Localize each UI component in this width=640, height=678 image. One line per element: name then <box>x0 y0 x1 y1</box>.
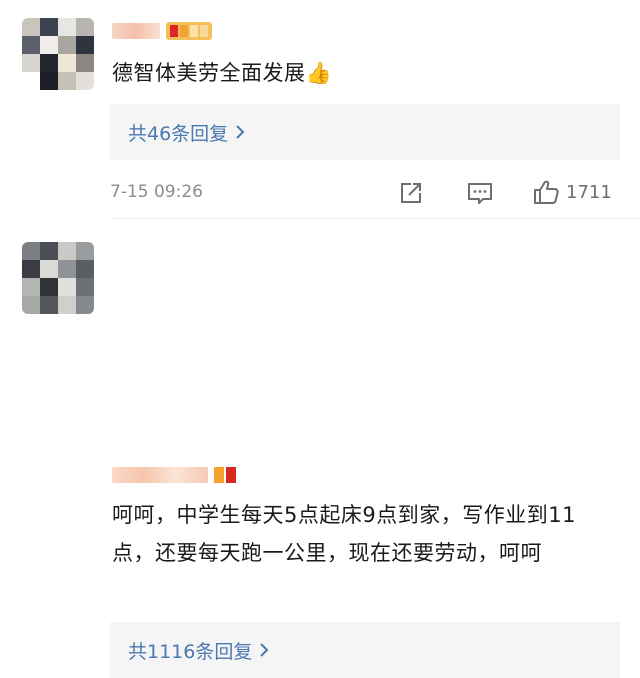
level-badge <box>214 466 236 484</box>
username-redacted <box>112 467 208 483</box>
comment-meta: 7-15 09:26 1711 <box>110 176 618 208</box>
avatar[interactable] <box>22 18 94 90</box>
replies-box: 共1116条回复 <box>110 622 620 678</box>
view-replies-link[interactable]: 共1116条回复 <box>128 637 270 664</box>
chevron-right-icon <box>260 643 269 657</box>
replies-count-label: 共1116条回复 <box>128 640 253 663</box>
username-blurred[interactable] <box>112 20 212 42</box>
username-blurred[interactable] <box>112 464 236 486</box>
comment-text: 德智体美劳全面发展👍 <box>112 61 333 85</box>
thumbs-up-icon <box>534 180 559 204</box>
avatar[interactable] <box>22 242 94 314</box>
comment-text: 呵呵，中学生每天5点起床9点到家，写作业到11点，还要每天跑一公里，现在还要劳动… <box>112 503 576 565</box>
level-badge <box>166 22 212 40</box>
username-redacted <box>112 23 160 39</box>
comment-button[interactable] <box>466 180 494 206</box>
replies-box: 共46条回复 <box>110 104 620 160</box>
chevron-right-icon <box>236 125 245 139</box>
comment-item: 德智体美劳全面发展👍 共46条回复 7-15 09:26 1711 <box>0 0 640 218</box>
replies-count-label: 共46条回复 <box>128 122 229 145</box>
view-replies-link[interactable]: 共46条回复 <box>128 119 246 146</box>
divider <box>110 218 640 219</box>
share-button[interactable] <box>398 180 424 206</box>
comment-item: 呵呵，中学生每天5点起床9点到家，写作业到11点，还要每天跑一公里，现在还要劳动… <box>0 220 640 678</box>
like-count: 1711 <box>566 181 612 203</box>
like-button[interactable]: 1711 <box>532 178 612 206</box>
comment-icon <box>468 183 492 204</box>
share-icon <box>401 183 421 203</box>
